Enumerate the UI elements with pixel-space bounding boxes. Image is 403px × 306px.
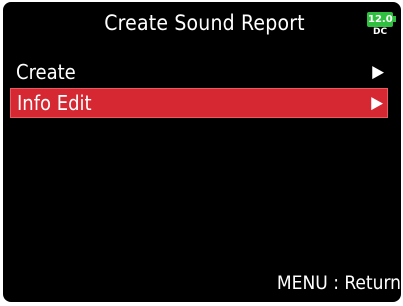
chevron-right-icon: ▶: [372, 62, 384, 82]
chevron-right-icon: ▶: [371, 93, 383, 113]
menu-item-info-edit[interactable]: Info Edit ▶: [10, 88, 388, 118]
menu-item-label: Create: [16, 60, 76, 84]
page-title: Create Sound Report: [104, 11, 305, 35]
menu-item-label: Info Edit: [17, 91, 92, 115]
return-hint[interactable]: MENU : Return: [277, 272, 401, 294]
battery-level: 12.0: [368, 14, 393, 25]
battery-icon: 12.0: [367, 12, 393, 27]
battery-indicator: 12.0 DC: [367, 12, 399, 42]
device-screen: Create Sound Report 12.0 DC Create ▶ Inf…: [3, 2, 401, 302]
power-source-label: DC: [373, 27, 388, 37]
battery-tip: [393, 16, 396, 22]
menu-item-create[interactable]: Create ▶: [10, 57, 388, 87]
